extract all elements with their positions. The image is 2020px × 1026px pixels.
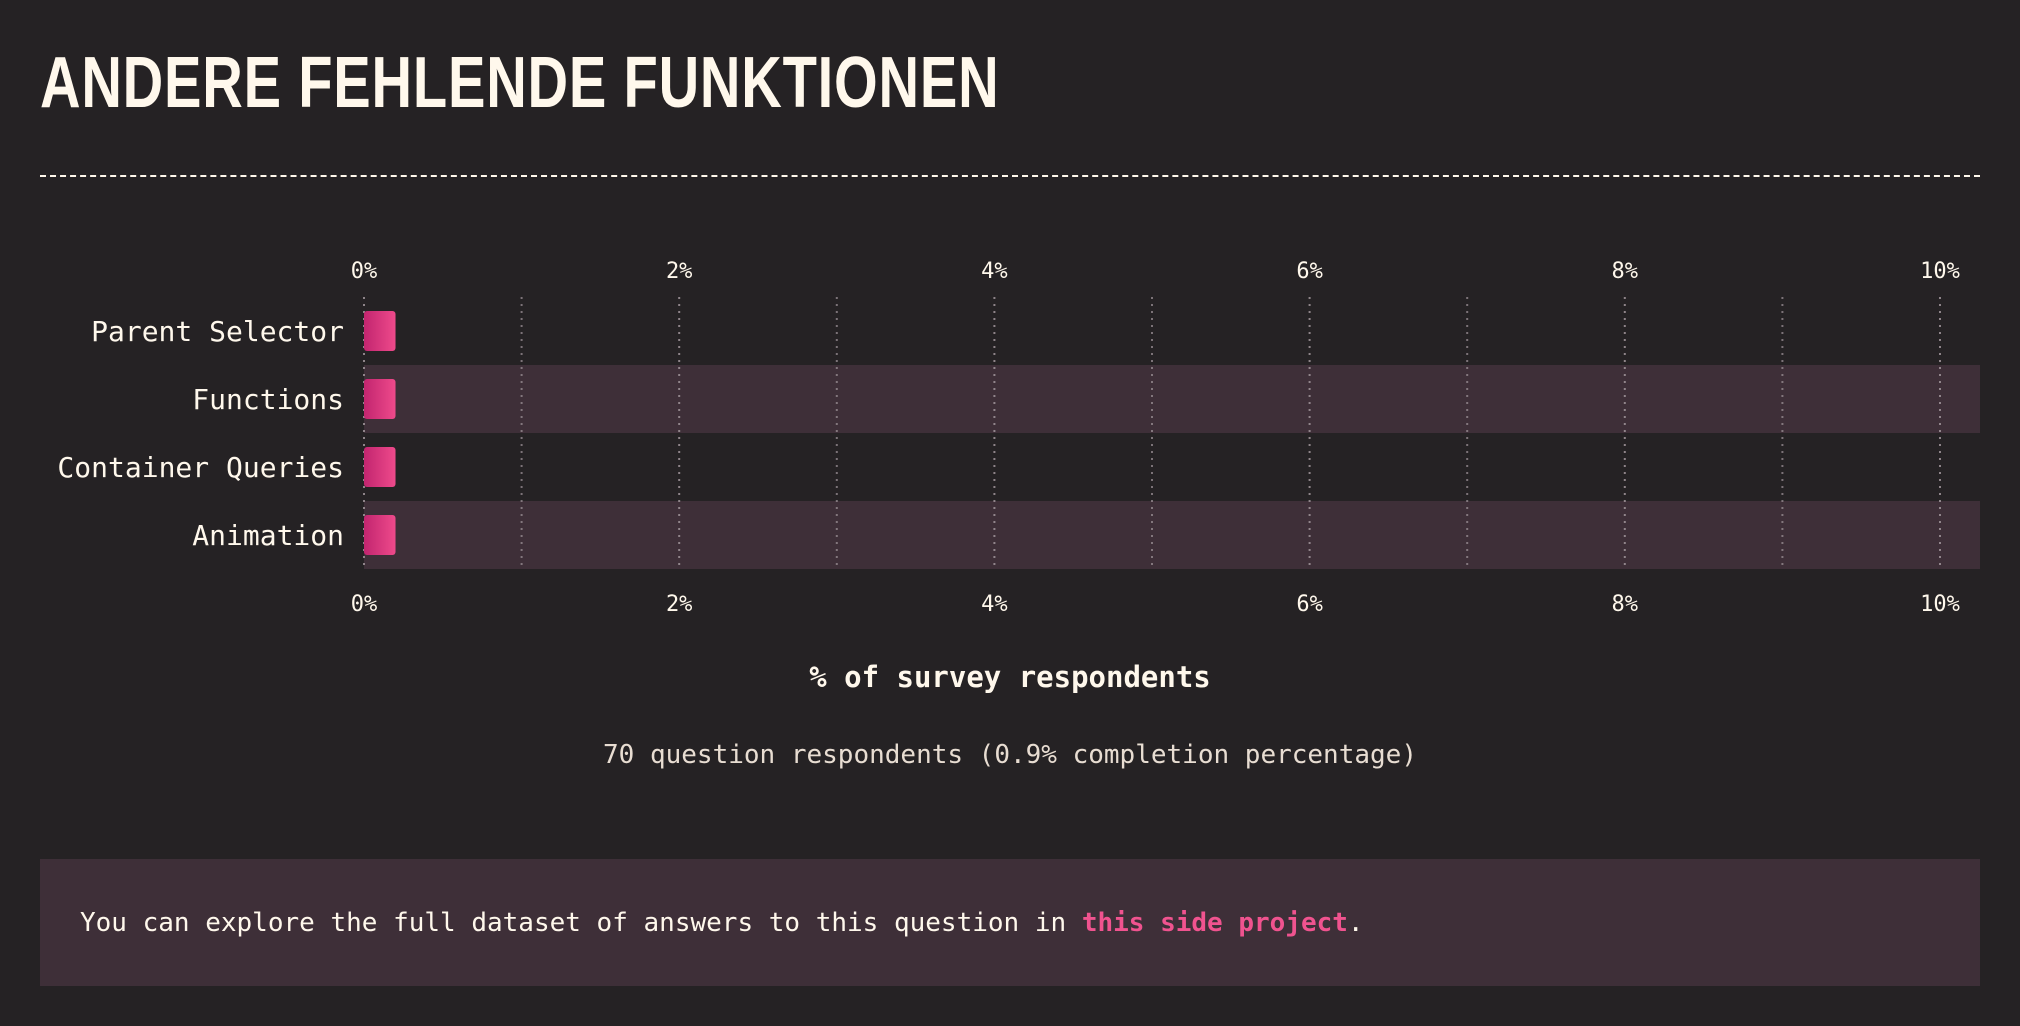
category-label: Functions	[192, 383, 344, 416]
x-tick-label-top: 10%	[1920, 259, 1960, 284]
category-label: Animation	[192, 519, 344, 552]
info-text: You can explore the full dataset of answ…	[80, 907, 1082, 938]
respondents-note: 70 question respondents (0.9% completion…	[603, 740, 1417, 770]
bar	[364, 515, 396, 555]
info-text-end: .	[1347, 907, 1364, 938]
bar	[364, 447, 396, 487]
x-tick-label-top: 2%	[666, 259, 693, 284]
row-band	[364, 501, 1980, 569]
x-tick-label-bottom: 4%	[981, 592, 1008, 617]
category-label: Container Queries	[57, 451, 344, 484]
x-tick-label-bottom: 6%	[1296, 592, 1323, 617]
page-title: ANDERE FEHLENDE FUNKTIONEN	[40, 43, 1000, 123]
info-box: You can explore the full dataset of answ…	[40, 859, 1980, 986]
x-tick-label-bottom: 10%	[1920, 592, 1960, 617]
x-tick-label-top: 4%	[981, 259, 1008, 284]
x-tick-label-bottom: 0%	[351, 592, 378, 617]
title-divider	[40, 175, 1980, 177]
side-project-link[interactable]: this side project	[1082, 908, 1348, 938]
row-band	[364, 365, 1980, 433]
x-axis-title: % of survey respondents	[809, 660, 1211, 694]
bar	[364, 379, 396, 419]
x-tick-label-top: 8%	[1612, 259, 1639, 284]
bar-chart: 0% 0% 2% 2% 4% 4% 6% 6% 8% 8% 10% 10% Parent Selecto…	[57, 259, 1980, 617]
x-tick-label-top: 0%	[351, 259, 378, 284]
x-tick-label-bottom: 8%	[1612, 592, 1639, 617]
category-label: Parent Selector	[91, 315, 344, 348]
x-tick-label-bottom: 2%	[666, 592, 693, 617]
bar	[364, 311, 396, 351]
x-tick-label-top: 6%	[1296, 259, 1323, 284]
